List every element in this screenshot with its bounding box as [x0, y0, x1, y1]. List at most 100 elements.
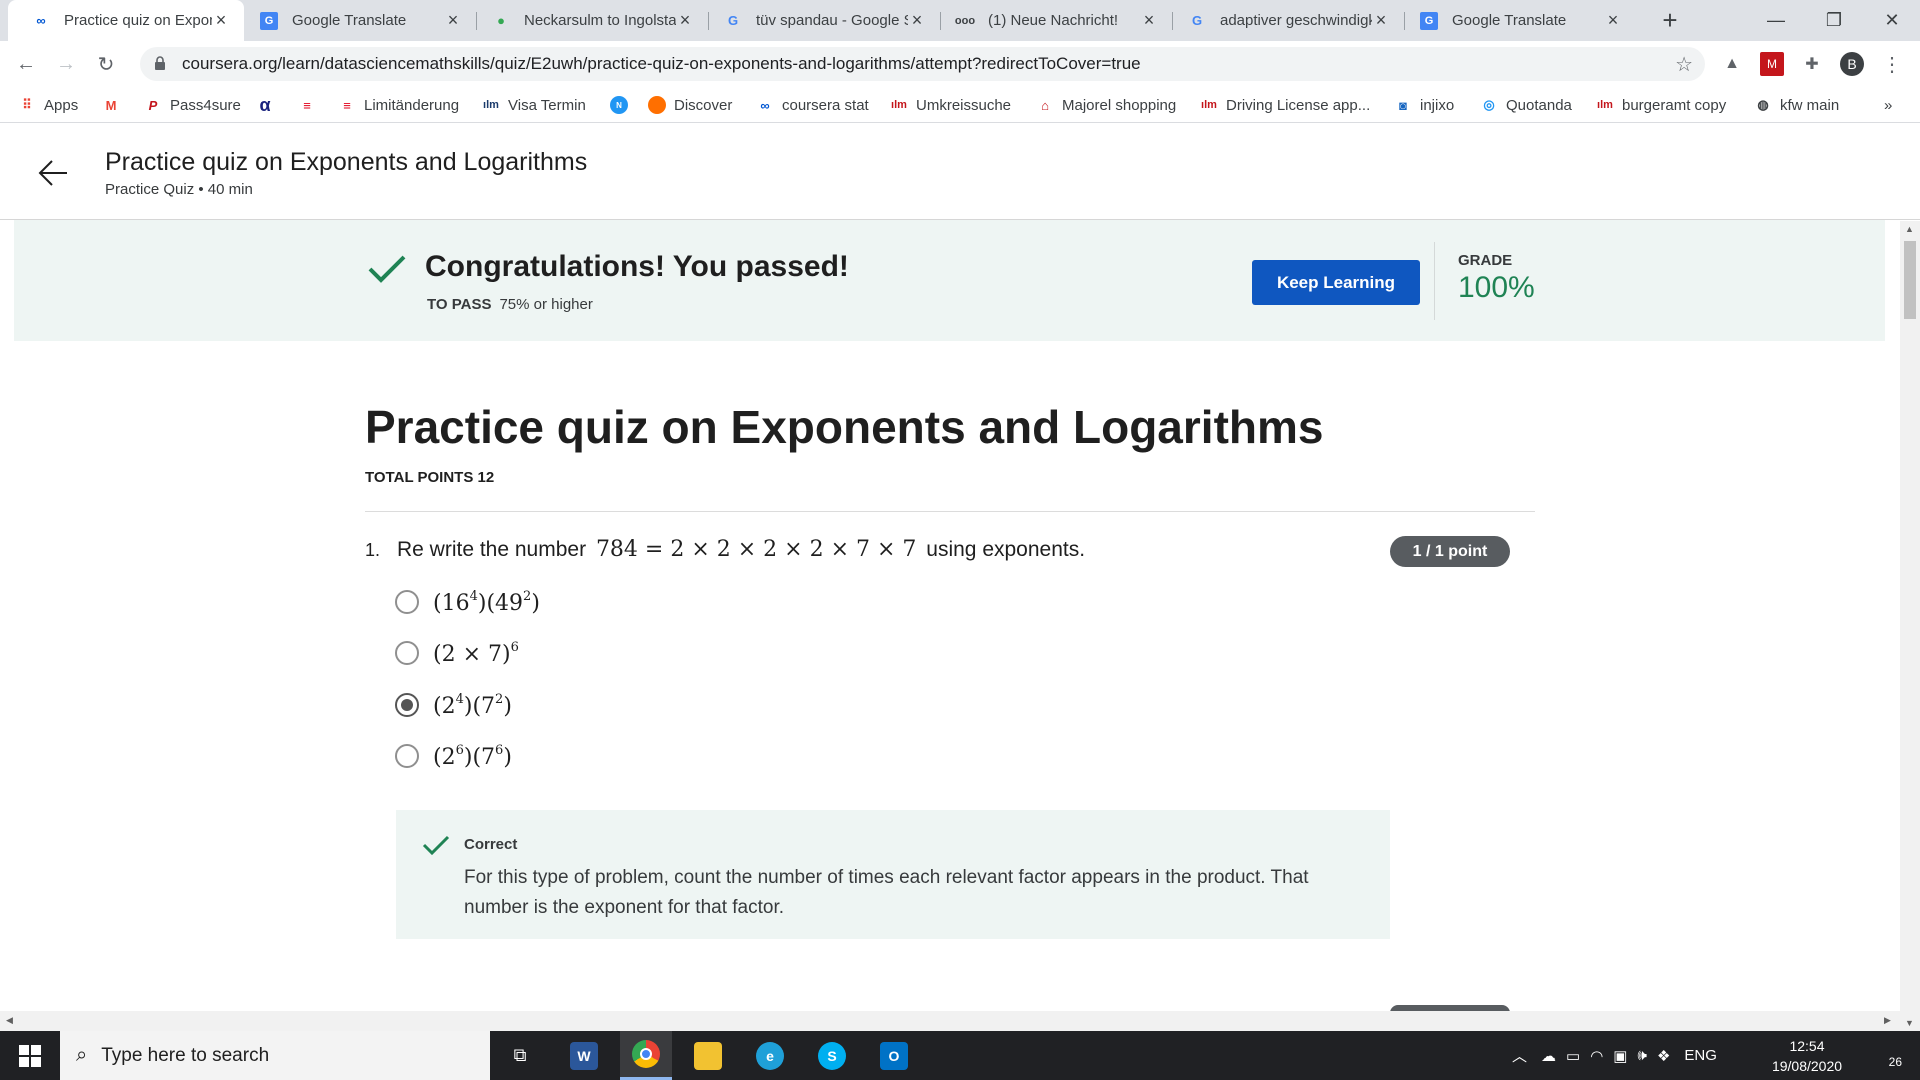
taskbar-search-box[interactable]: ⌕ Type here to search	[60, 1031, 490, 1080]
bookmark-gmail[interactable]: M	[102, 94, 128, 116]
chrome-icon[interactable]	[620, 1031, 672, 1080]
notification-center-button[interactable]: 26	[1872, 1041, 1902, 1069]
scroll-right-icon[interactable]: ▶	[1884, 1015, 1891, 1026]
quiz-title: Practice quiz on Exponents and Logarithm…	[365, 401, 1324, 453]
answer-option-1[interactable]: (164)(492)	[395, 587, 540, 617]
bookmark-discover[interactable]: Discover	[648, 94, 732, 116]
bookmark-kfw-main[interactable]: ◍ kfw main	[1754, 94, 1839, 116]
bookmark-limitaenderung[interactable]: ≡ Limitänderung	[338, 94, 459, 116]
bookmark-driving-license[interactable]: ılm Driving License app...	[1200, 94, 1370, 116]
extensions-puzzle-icon[interactable]: ✚	[1800, 52, 1824, 76]
tab-google-translate[interactable]: G Google Translate ×	[236, 0, 476, 41]
forward-icon[interactable]: →	[52, 50, 80, 78]
answer-option-2[interactable]: (2 × 7)6	[395, 638, 519, 668]
grade-label: GRADE	[1458, 252, 1513, 269]
close-tab-icon[interactable]: ×	[676, 10, 694, 31]
close-tab-icon[interactable]: ×	[212, 10, 230, 31]
bookmark-pass4sure[interactable]: P Pass4sure	[144, 94, 241, 116]
alpha-icon: α	[259, 94, 271, 115]
radio-button-selected[interactable]	[395, 693, 419, 717]
sparkasse-icon: ≡	[303, 97, 311, 113]
coursera-icon: ∞	[36, 13, 46, 28]
berlin-icon: ılm	[1201, 99, 1217, 111]
bookmark-coursera-stat[interactable]: ∞ coursera stat	[756, 94, 868, 116]
answer-option-3[interactable]: (24)(72)	[395, 690, 512, 720]
restore-icon[interactable]: ❐	[1806, 0, 1862, 41]
display-icon[interactable]: ▣	[1613, 1047, 1627, 1065]
windows-start-button[interactable]	[0, 1031, 60, 1080]
menu-kebab-icon[interactable]: ⋮	[1880, 52, 1904, 76]
bookmark-visa-termin[interactable]: ılm Visa Termin	[482, 94, 586, 116]
bookmark-badge[interactable]: N	[610, 94, 636, 116]
close-tab-icon[interactable]: ×	[1140, 10, 1158, 31]
back-icon[interactable]: ←	[12, 50, 40, 78]
bookmark-alpha[interactable]: α	[256, 94, 282, 116]
page-subtitle: Practice Quiz • 40 min	[105, 181, 253, 198]
edge-icon[interactable]: e	[744, 1031, 796, 1080]
tab-label: Practice quiz on Expon	[64, 12, 212, 29]
sparkasse-icon: ≡	[343, 97, 351, 113]
keep-learning-button[interactable]: Keep Learning	[1252, 260, 1420, 305]
close-tab-icon[interactable]: ×	[1604, 10, 1622, 31]
bookmark-burgeramt-copy[interactable]: ılm burgeramt copy	[1596, 94, 1726, 116]
scroll-down-icon[interactable]: ▼	[1905, 1018, 1914, 1028]
profile-avatar[interactable]: B	[1840, 52, 1864, 76]
bookmark-majorel-shopping[interactable]: ⌂ Majorel shopping	[1036, 94, 1176, 116]
close-tab-icon[interactable]: ×	[1372, 10, 1390, 31]
close-window-icon[interactable]: ✕	[1864, 0, 1920, 41]
scroll-up-icon[interactable]: ▲	[1905, 224, 1914, 234]
radio-button[interactable]	[395, 641, 419, 665]
tab-neue-nachricht[interactable]: ooo (1) Neue Nachricht! ×	[932, 0, 1172, 41]
tab-coursera-quiz[interactable]: ∞ Practice quiz on Expon ×	[8, 0, 244, 41]
onedrive-icon[interactable]: ☁	[1541, 1047, 1556, 1065]
tab-google-search-tuv[interactable]: G tüv spandau - Google S ×	[700, 0, 940, 41]
tab-maps[interactable]: ● Neckarsulm to Ingolsta ×	[468, 0, 708, 41]
task-view-icon[interactable]: ⧉	[494, 1031, 546, 1080]
horizontal-scrollbar[interactable]: ◀ ▶	[0, 1011, 1900, 1031]
maps-pin-icon: ●	[497, 13, 505, 28]
bookmark-sparkasse[interactable]: ≡	[298, 94, 324, 116]
google-icon: G	[727, 13, 739, 28]
address-bar[interactable]: coursera.org/learn/datasciencemathskills…	[140, 47, 1705, 81]
chevron-up-icon[interactable]: ︿	[1512, 1045, 1527, 1066]
answer-option-4[interactable]: (26)(76)	[395, 741, 512, 771]
close-tab-icon[interactable]: ×	[908, 10, 926, 31]
new-tab-button[interactable]: +	[1656, 6, 1684, 34]
reload-icon[interactable]: ↻	[92, 50, 120, 78]
word-icon[interactable]: W	[558, 1031, 610, 1080]
bookmark-star-icon[interactable]: ☆	[1675, 52, 1693, 77]
minimize-icon[interactable]: —	[1748, 0, 1804, 41]
divider	[1434, 242, 1435, 320]
bookmark-quotanda[interactable]: ◎ Quotanda	[1480, 94, 1572, 116]
bookmark-umkreissuche[interactable]: ılm Umkreissuche	[890, 94, 1011, 116]
wifi-icon[interactable]: ◠	[1590, 1047, 1603, 1065]
extension-icon[interactable]: M	[1760, 52, 1784, 76]
radio-button[interactable]	[395, 744, 419, 768]
vertical-scrollbar[interactable]: ▲ ▼	[1900, 221, 1920, 1031]
scrollbar-thumb[interactable]	[1904, 241, 1916, 319]
volume-icon[interactable]: 🕪	[1637, 1047, 1646, 1064]
tab-google-search-adaptiver[interactable]: G adaptiver geschwindigk ×	[1164, 0, 1404, 41]
tab-google-translate-2[interactable]: G Google Translate ×	[1396, 0, 1636, 41]
outlook-icon[interactable]: O	[868, 1031, 920, 1080]
close-tab-icon[interactable]: ×	[444, 10, 462, 31]
battery-icon[interactable]: ▭	[1566, 1047, 1580, 1065]
back-arrow-icon[interactable]	[36, 156, 70, 190]
file-explorer-icon[interactable]	[682, 1031, 734, 1080]
language-indicator[interactable]: ENG	[1684, 1047, 1717, 1064]
more-bookmarks-button[interactable]: »	[1884, 94, 1892, 116]
skype-icon[interactable]: S	[806, 1031, 858, 1080]
radio-button[interactable]	[395, 590, 419, 614]
scroll-left-icon[interactable]: ◀	[6, 1015, 13, 1026]
to-pass-label: TO PASS	[427, 296, 492, 313]
dropbox-icon[interactable]: ❖	[1657, 1047, 1670, 1065]
browser-toolbar: ← → ↻ coursera.org/learn/datasciencemath…	[0, 41, 1920, 87]
clock-time: 12:54	[1789, 1038, 1825, 1054]
bookmark-apps[interactable]: ⠿ Apps	[18, 94, 78, 116]
pass4sure-icon: P	[148, 97, 158, 113]
bookmark-injixo[interactable]: ◙ injixo	[1394, 94, 1454, 116]
grade-value: 100%	[1458, 271, 1535, 304]
drive-icon[interactable]: ▲	[1720, 52, 1744, 76]
clock[interactable]: 12:54 19/08/2020	[1762, 1036, 1852, 1076]
option-math: (164)(492)	[433, 588, 540, 616]
